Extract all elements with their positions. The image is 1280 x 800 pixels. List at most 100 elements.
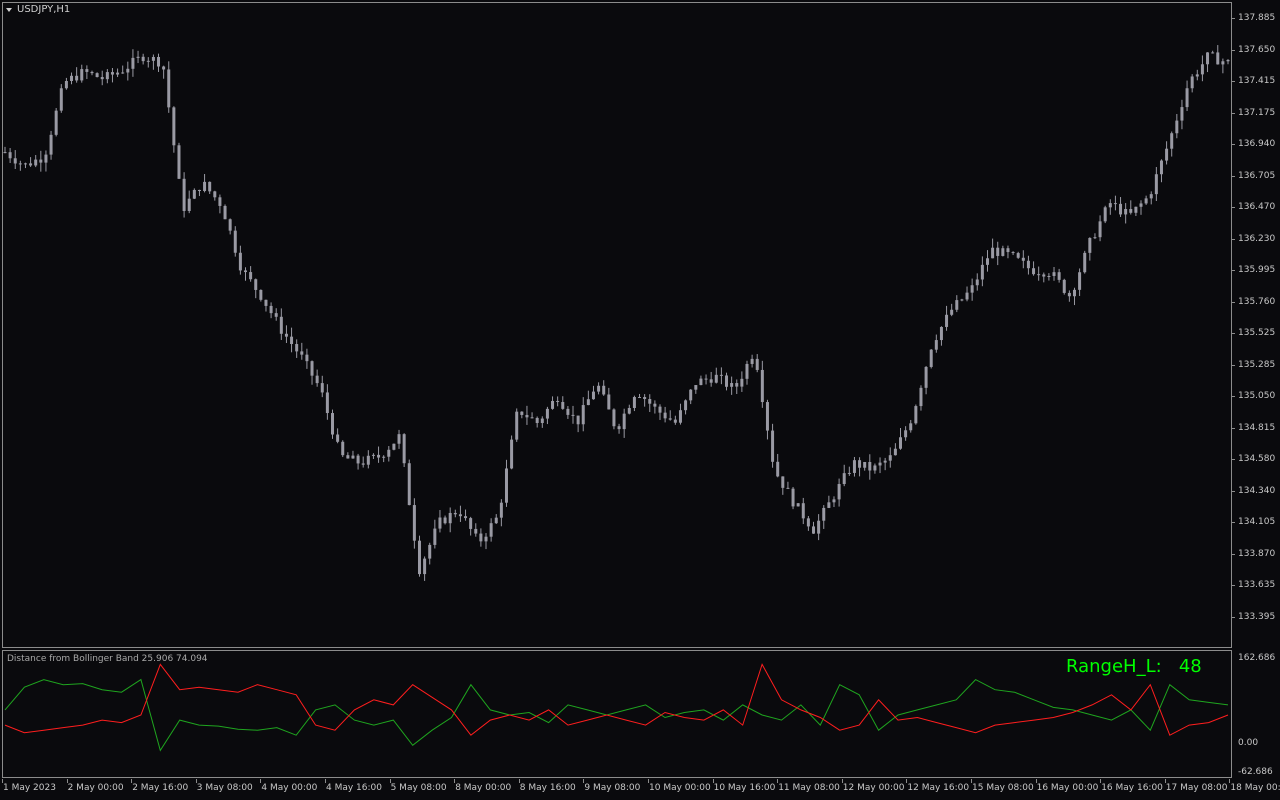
candle-body <box>300 351 304 355</box>
dropdown-triangle-icon[interactable] <box>6 8 12 12</box>
candle-body <box>1072 289 1076 297</box>
candle-body <box>223 205 227 220</box>
candle-body <box>607 394 611 410</box>
candle-body <box>295 344 299 352</box>
candle-body <box>126 68 130 73</box>
candle-body <box>991 247 995 259</box>
candle-body <box>1200 64 1204 75</box>
candle-body <box>586 399 590 406</box>
candle-body <box>1129 209 1133 213</box>
candle-body <box>1042 274 1046 277</box>
candle-body <box>417 540 421 575</box>
time-tick-label: 5 May 08:00 <box>390 783 447 793</box>
candle-body <box>551 400 555 409</box>
time-tick-label: 9 May 08:00 <box>584 783 641 793</box>
candle-body <box>100 77 104 80</box>
candle-body <box>934 340 938 350</box>
candle-body <box>213 191 217 198</box>
time-tick-label: 12 May 16:00 <box>907 783 970 793</box>
candle-body <box>136 56 140 58</box>
candle-body <box>305 354 309 362</box>
price-tick-label: 136.230 <box>1238 233 1276 244</box>
candle-body <box>535 417 539 424</box>
candle-body <box>1144 198 1148 204</box>
candle-body <box>561 401 565 409</box>
candle-body <box>290 336 294 345</box>
candle-body <box>197 189 201 192</box>
candle-body <box>827 502 831 508</box>
candle-body <box>90 71 94 74</box>
candle-body <box>1154 174 1158 195</box>
candle-body <box>597 385 601 392</box>
candle-body <box>162 66 166 70</box>
candle-body <box>238 252 242 271</box>
candle-body <box>960 299 964 301</box>
time-tick-label: 12 May 00:00 <box>842 783 905 793</box>
price-tick-label: 135.050 <box>1238 391 1276 402</box>
candle-body <box>996 247 1000 256</box>
candle-body <box>893 448 897 456</box>
candle-body <box>858 460 862 468</box>
candle-body <box>760 369 764 403</box>
candle-body <box>49 134 53 155</box>
candle-body <box>1170 133 1174 149</box>
candle-body <box>151 56 155 61</box>
candle-body <box>653 403 657 407</box>
candle-body <box>530 417 534 419</box>
candle-body <box>182 178 186 212</box>
candle-body <box>520 411 524 415</box>
candle-body <box>494 517 498 524</box>
candle-body <box>1124 209 1128 215</box>
price-tickmark <box>1232 396 1235 398</box>
candle-body <box>1134 206 1138 213</box>
candle-body <box>1175 120 1179 134</box>
price-axis[interactable]: 137.885 137.650 137.415 137.175 136.940 136.7… <box>1232 0 1280 648</box>
candle-body <box>75 75 79 81</box>
candle-body <box>1006 248 1010 253</box>
price-tickmark <box>1232 175 1235 177</box>
candle-body <box>806 518 810 527</box>
candle-body <box>1037 274 1041 276</box>
candle-body <box>965 292 969 300</box>
candle-body <box>85 69 89 72</box>
time-axis[interactable]: 1 May 2023 2 May 00:00 2 May 16:00 3 May 08… <box>0 778 1280 800</box>
candle-body <box>822 507 826 521</box>
price-tick-label: 135.760 <box>1238 296 1276 307</box>
candle-body <box>208 181 212 192</box>
candle-body <box>725 375 729 387</box>
candle-body <box>950 309 954 315</box>
time-tick-label: 4 May 00:00 <box>261 783 318 793</box>
candle-body <box>407 463 411 506</box>
candle-body <box>709 379 713 383</box>
candle-body <box>351 455 355 459</box>
indicator-title: Distance from Bollinger Band 25.906 74.0… <box>7 654 208 664</box>
candle-body <box>1119 203 1123 215</box>
price-tickmark <box>1232 553 1235 555</box>
time-tick-label: 16 May 16:00 <box>1101 783 1163 793</box>
candle-body <box>203 181 207 192</box>
candle-body <box>914 406 918 424</box>
candle-body <box>1211 52 1215 54</box>
candle-body <box>341 441 345 456</box>
candle-body <box>310 361 314 376</box>
candle-body <box>837 484 841 500</box>
range-readout: RangeH_L: 48 <box>1066 656 1202 677</box>
candle-body <box>1159 160 1163 175</box>
candle-body <box>1016 253 1020 258</box>
candle-body <box>121 72 125 74</box>
indicator-tick-label: 162.686 <box>1238 653 1276 663</box>
candle-body <box>847 472 851 474</box>
indicator-axis[interactable]: 162.686 0.00 -62.686 <box>1232 648 1280 780</box>
candle-body <box>433 528 437 545</box>
candle-body <box>602 385 606 395</box>
candle-body <box>474 528 478 534</box>
candle-body <box>1206 52 1210 65</box>
candle-body <box>796 503 800 507</box>
candle-body <box>571 414 575 416</box>
candle-body <box>1139 203 1143 207</box>
candle-body <box>540 418 544 424</box>
range-value: 48 <box>1178 656 1202 677</box>
candle-body <box>545 408 549 419</box>
candle-body <box>157 56 161 67</box>
candle-body <box>259 289 263 300</box>
